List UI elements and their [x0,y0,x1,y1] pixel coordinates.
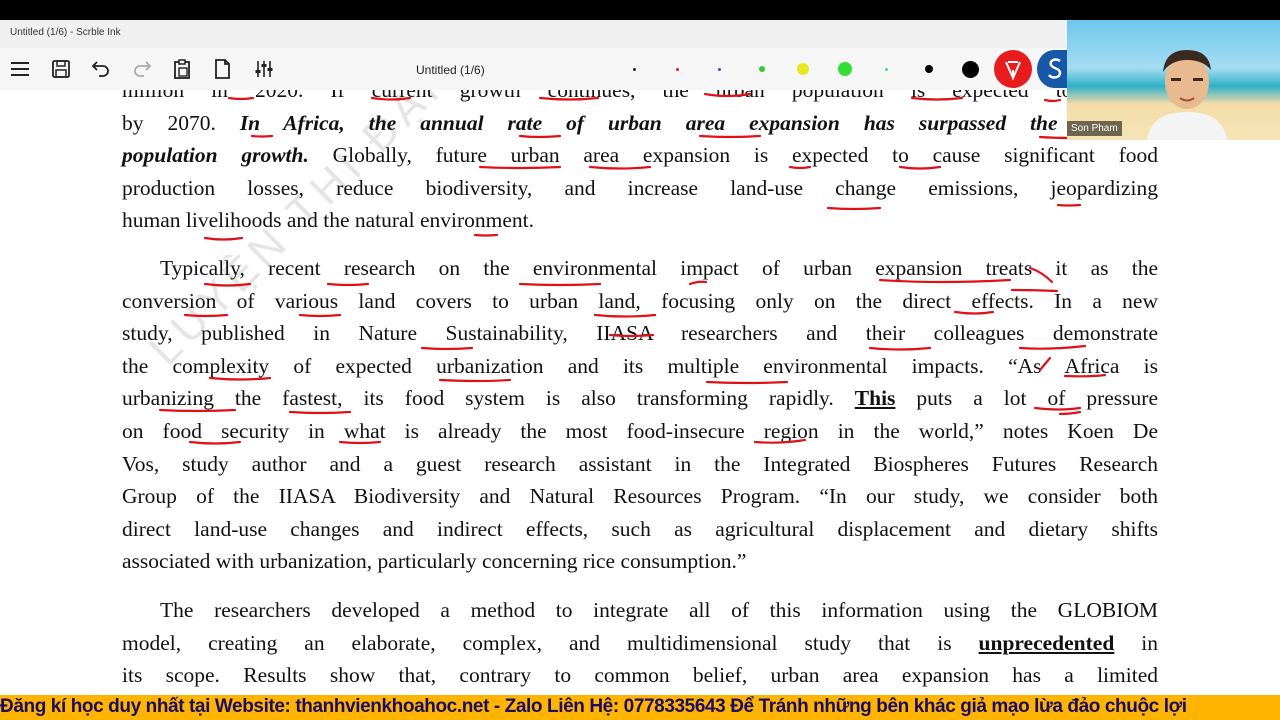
text-run: the complexity of expected urbanization … [122,353,1158,378]
text-line: urbanizing the fastest, its food system … [122,382,1158,415]
document-canvas[interactable]: LUYỆN THI ĐẠI HỌC million in 2020. If cu… [0,90,1280,695]
highlighter-swatch-yellow[interactable] [797,63,809,75]
text-line: million in 2020. If current growth conti… [122,90,1158,107]
pen-tool-red[interactable] [994,50,1032,88]
text-run: its scope. Results show that, contrary t… [122,663,1158,688]
bold-underline-run: unprecedented [978,630,1115,655]
text-line: its scope. Results show that, contrary t… [122,659,1158,692]
text-line: population growth. Globally, future urba… [122,139,1158,172]
pen-swatch-black-tiny[interactable] [633,68,636,71]
text-line: human livelihoods and the natural enviro… [122,204,1158,237]
bold-underline-run: This [854,386,896,411]
top-black-bar [0,0,1280,20]
text-run: Globally, future urban area expansion is… [308,143,1158,168]
paragraph-3: The researchers developed a method to in… [122,594,1158,692]
document-title: Untitled (1/6) [416,63,485,77]
menu-icon[interactable] [9,58,31,80]
text-run: urbanizing the fastest, its food system … [122,386,855,411]
text-run: in [1114,630,1158,655]
text-line: Vos, study author and a guest research a… [122,448,1158,481]
paragraph-1: million in 2020. If current growth conti… [122,90,1158,237]
pen-swatch-black-medium[interactable] [925,65,933,73]
pen-swatch-black-large[interactable] [962,61,979,78]
page-icon[interactable] [211,58,233,80]
text-line: by 2070. In Africa, the annual rate of u… [122,107,1158,140]
text-line: the complexity of expected urbanization … [122,350,1158,383]
text-line: on food security in what is already the … [122,415,1158,448]
text-run: associated with urbanization, particular… [122,549,747,574]
highlighter-swatch-green[interactable] [838,62,852,76]
banner-text: Đăng kí học duy nhất tại Website: thanhv… [0,696,1187,717]
text-line: The researchers developed a method to in… [122,594,1158,627]
webcam-overlay: Son Pham [1067,20,1280,140]
pen-tool-blue[interactable] [1037,50,1071,88]
text-run: Typically, recent research on the enviro… [160,256,1158,280]
text-run: Group of the IIASA Biodiversity and Natu… [122,484,1158,509]
presenter-avatar [1147,50,1227,140]
text-line: Typically, recent research on the enviro… [122,252,1158,285]
clipboard-icon[interactable] [171,58,193,80]
pen-swatch-red-tiny[interactable] [676,68,679,71]
pen-s-icon [1048,58,1062,79]
text-run: production losses, reduce biodiversity, … [122,175,1158,200]
window-title: Untitled (1/6) - Scrble Ink [10,27,121,38]
pen-swatch-mint-tiny[interactable] [885,68,888,71]
text-run: on food security in what is already the … [122,418,1158,443]
text-line: associated with urbanization, particular… [122,545,1158,578]
text-run: model, creating an elaborate, complex, a… [122,630,979,655]
presenter-name: Son Pham [1067,121,1122,136]
text-run: puts a lot of pressure [895,386,1158,411]
promo-banner: Đăng kí học duy nhất tại Website: thanhv… [0,695,1280,720]
pen-swatch-green-small[interactable] [759,66,765,72]
text-line: study, published in Nature Sustainabilit… [122,317,1158,350]
text-run: million in 2020. If current growth conti… [122,90,1158,102]
text-run: Vos, study author and a guest research a… [122,451,1158,476]
undo-icon[interactable] [90,58,112,80]
text-run: direct land-use changes and indirect eff… [122,516,1158,541]
bold-italic-run: In Africa, the annual rate of urban area… [239,110,1159,135]
text-run: The researchers developed a method to in… [160,598,1158,622]
text-run: human livelihoods and the natural enviro… [122,208,534,233]
text-line: production losses, reduce biodiversity, … [122,172,1158,205]
redo-icon[interactable] [131,58,153,80]
text-run: study, published in Nature Sustainabilit… [122,321,1158,346]
pen-swatch-blue-tiny[interactable] [718,68,721,71]
text-line: model, creating an elaborate, complex, a… [122,627,1158,660]
sliders-icon[interactable] [253,58,275,80]
text-line: conversion of various land covers to urb… [122,285,1158,318]
text-line: Group of the IIASA Biodiversity and Natu… [122,480,1158,513]
paragraph-2: Typically, recent research on the enviro… [122,252,1158,578]
save-icon[interactable] [50,58,72,80]
text-run: by 2070. [122,110,240,135]
pen-nib-icon [1005,61,1021,81]
text-run: conversion of various land covers to urb… [122,288,1158,313]
bold-italic-run: population growth. [122,143,309,168]
text-line: direct land-use changes and indirect eff… [122,513,1158,546]
